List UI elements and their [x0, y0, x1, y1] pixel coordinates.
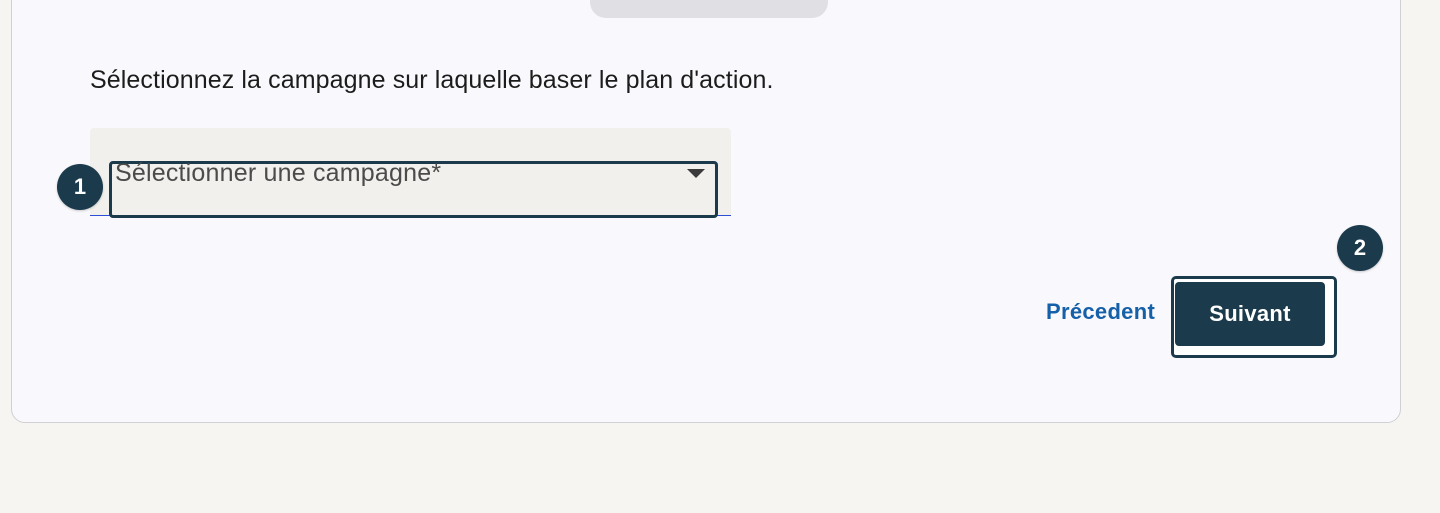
campaign-select-placeholder: Sélectionner une campagne* [115, 159, 442, 187]
annotation-badge-1: 1 [57, 164, 103, 210]
step-instruction: Sélectionnez la campagne sur laquelle ba… [90, 66, 774, 94]
previous-button[interactable]: Précedent [1046, 299, 1155, 325]
campaign-select[interactable]: Sélectionner une campagne* [109, 159, 718, 218]
caret-down-icon [687, 169, 705, 178]
step-tab-indicator [590, 0, 828, 18]
annotation-badge-2: 2 [1337, 225, 1383, 271]
next-button[interactable]: Suivant [1175, 282, 1325, 346]
